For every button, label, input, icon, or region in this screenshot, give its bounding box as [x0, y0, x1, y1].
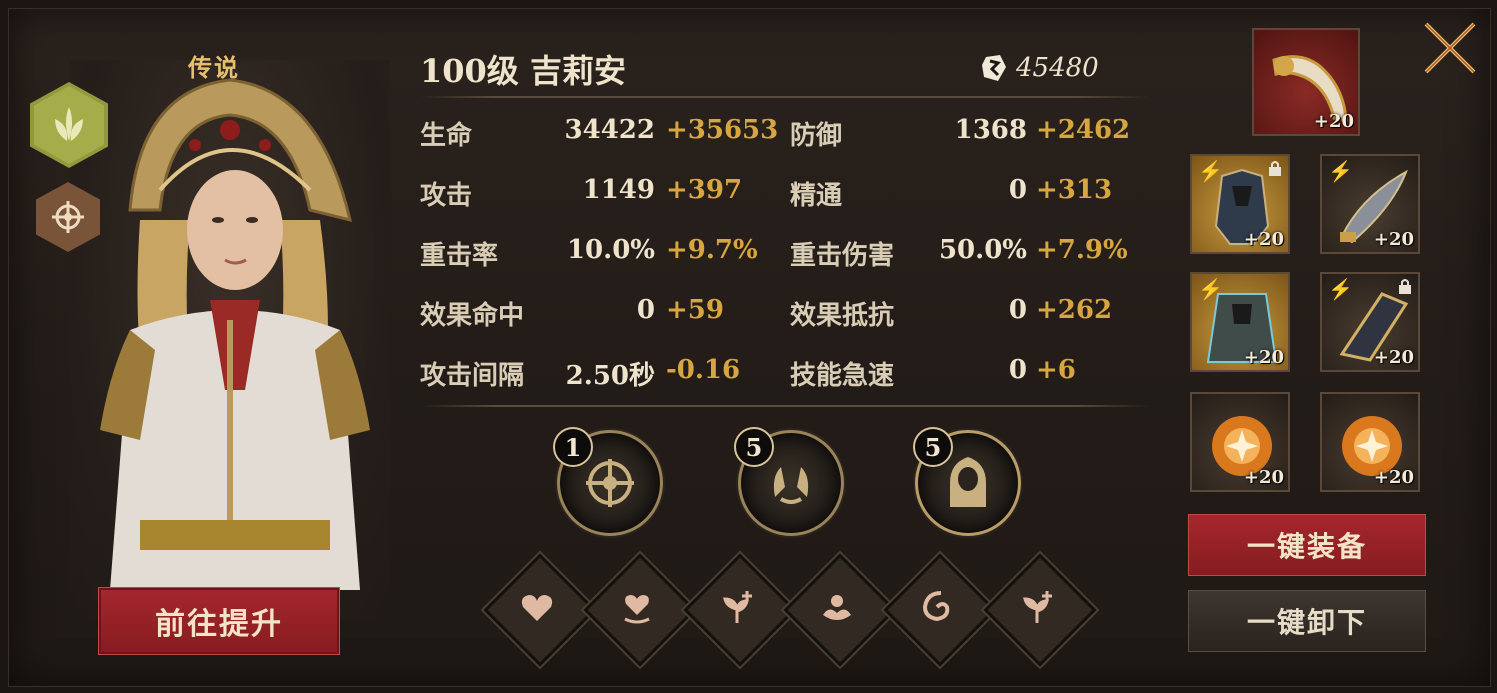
stat-base-value: 0: [1008, 355, 1027, 385]
stat-label: 生命: [420, 121, 473, 151]
stat-row: 效果抵抗 0 +262: [790, 295, 1150, 335]
compass-skill-icon: [586, 459, 634, 507]
stat-base-value: 1368: [954, 115, 1027, 145]
lightning-bolt-icon: ⚡: [1328, 277, 1353, 301]
close-button[interactable]: [1418, 16, 1482, 80]
stat-base-value: 50.0%: [938, 235, 1027, 265]
equipment-slot[interactable]: ⚡ +20: [1190, 272, 1290, 372]
stat-row: 效果命中 0 +59: [420, 295, 780, 335]
stat-label: 效果命中: [420, 301, 525, 331]
stat-base-value: 2.50秒: [565, 361, 655, 391]
skill-level-badge: 5: [913, 427, 953, 467]
rarity-label: 传说: [188, 53, 240, 82]
stat-bonus-value: +7.9%: [1036, 235, 1128, 265]
lotus-icon: [800, 570, 874, 644]
stat-label: 攻击间隔: [420, 361, 525, 391]
stat-label: 重击率: [420, 241, 499, 271]
artifact-slot[interactable]: +20: [1252, 28, 1360, 136]
skill-level-badge: 1: [553, 427, 593, 467]
header-divider: [420, 96, 1150, 98]
stat-row: 重击伤害 50.0% +7.9%: [790, 235, 1150, 275]
enhance-level: +20: [1243, 467, 1284, 488]
hero-name-level: 100级 吉莉安: [420, 52, 626, 90]
heart-icon: [500, 570, 574, 644]
stat-row: 攻击间隔 2.50秒 -0.16: [420, 355, 780, 395]
stat-bonus-value: +397: [666, 175, 743, 205]
stat-row: 防御 1368 +2462: [790, 115, 1150, 155]
swirl-icon: [900, 570, 974, 644]
stat-label: 攻击: [420, 181, 473, 211]
lightning-bolt-icon: ⚡: [1198, 277, 1223, 301]
lock-icon: [1398, 278, 1412, 294]
go-upgrade-button[interactable]: 前往提升: [98, 587, 340, 655]
lightning-bolt-icon: ⚡: [1198, 159, 1223, 183]
stat-base-value: 0: [1008, 295, 1027, 325]
equipment-slot[interactable]: ⚡ +20: [1190, 154, 1290, 254]
equipment-slot[interactable]: ⚡ +20: [1320, 272, 1420, 372]
equip-all-button[interactable]: 一键装备: [1188, 514, 1426, 576]
enhance-level: +20: [1313, 111, 1354, 132]
stat-row: 生命 34422 +35653: [420, 115, 780, 155]
stat-bonus-value: +59: [666, 295, 724, 325]
stat-bonus-value: +262: [1036, 295, 1113, 325]
stat-bonus-value: +6: [1036, 355, 1076, 385]
sprout-plus-icon: [700, 570, 774, 644]
equipment-slot[interactable]: +20: [1320, 392, 1420, 492]
stat-base-value: 1149: [582, 175, 655, 205]
stat-base-value: 0: [1008, 175, 1027, 205]
stat-label: 防御: [790, 121, 843, 151]
stat-base-value: 10.0%: [566, 235, 655, 265]
stat-label: 效果抵抗: [790, 301, 895, 331]
stat-row: 攻击 1149 +397: [420, 175, 780, 215]
stat-row: 精通 0 +313: [790, 175, 1150, 215]
stat-label: 精通: [790, 181, 843, 211]
stat-bonus-value: +9.7%: [666, 235, 758, 265]
stat-bonus-value: +35653: [666, 115, 779, 145]
enhance-level: +20: [1373, 467, 1414, 488]
sprout-plus-icon: [1000, 570, 1074, 644]
stat-bonus-value: +2462: [1036, 115, 1131, 145]
gem-icon: [982, 55, 1006, 81]
stats-divider: [420, 405, 1150, 407]
stat-base-value: 0: [636, 295, 655, 325]
stat-row: 技能急速 0 +6: [790, 355, 1150, 395]
enhance-level: +20: [1373, 347, 1414, 368]
lightning-bolt-icon: ⚡: [1328, 159, 1353, 183]
unequip-all-button[interactable]: 一键卸下: [1188, 590, 1426, 652]
stat-bonus-value: -0.16: [666, 355, 741, 385]
skill-level-badge: 5: [734, 427, 774, 467]
combat-power: 45480: [980, 50, 1140, 86]
stat-label: 重击伤害: [790, 241, 895, 271]
enhance-level: +20: [1243, 347, 1284, 368]
lock-icon: [1268, 160, 1282, 176]
compass-faction-icon: [52, 201, 84, 233]
combat-power-value: 45480: [1016, 53, 1099, 83]
close-icon: [1424, 22, 1476, 74]
heart-heal-icon: [600, 570, 674, 644]
stat-bonus-value: +313: [1036, 175, 1113, 205]
stat-label: 技能急速: [790, 361, 895, 391]
enhance-level: +20: [1243, 229, 1284, 250]
stat-row: 重击率 10.0% +9.7%: [420, 235, 780, 275]
hero-figure-illustration: [100, 78, 370, 590]
equipment-slot[interactable]: +20: [1190, 392, 1290, 492]
enhance-level: +20: [1373, 229, 1414, 250]
stat-base-value: 34422: [564, 115, 655, 145]
leaf-class-icon: [55, 107, 83, 141]
hands-skill-icon: [773, 467, 809, 504]
equipment-slot[interactable]: ⚡ +20: [1320, 154, 1420, 254]
